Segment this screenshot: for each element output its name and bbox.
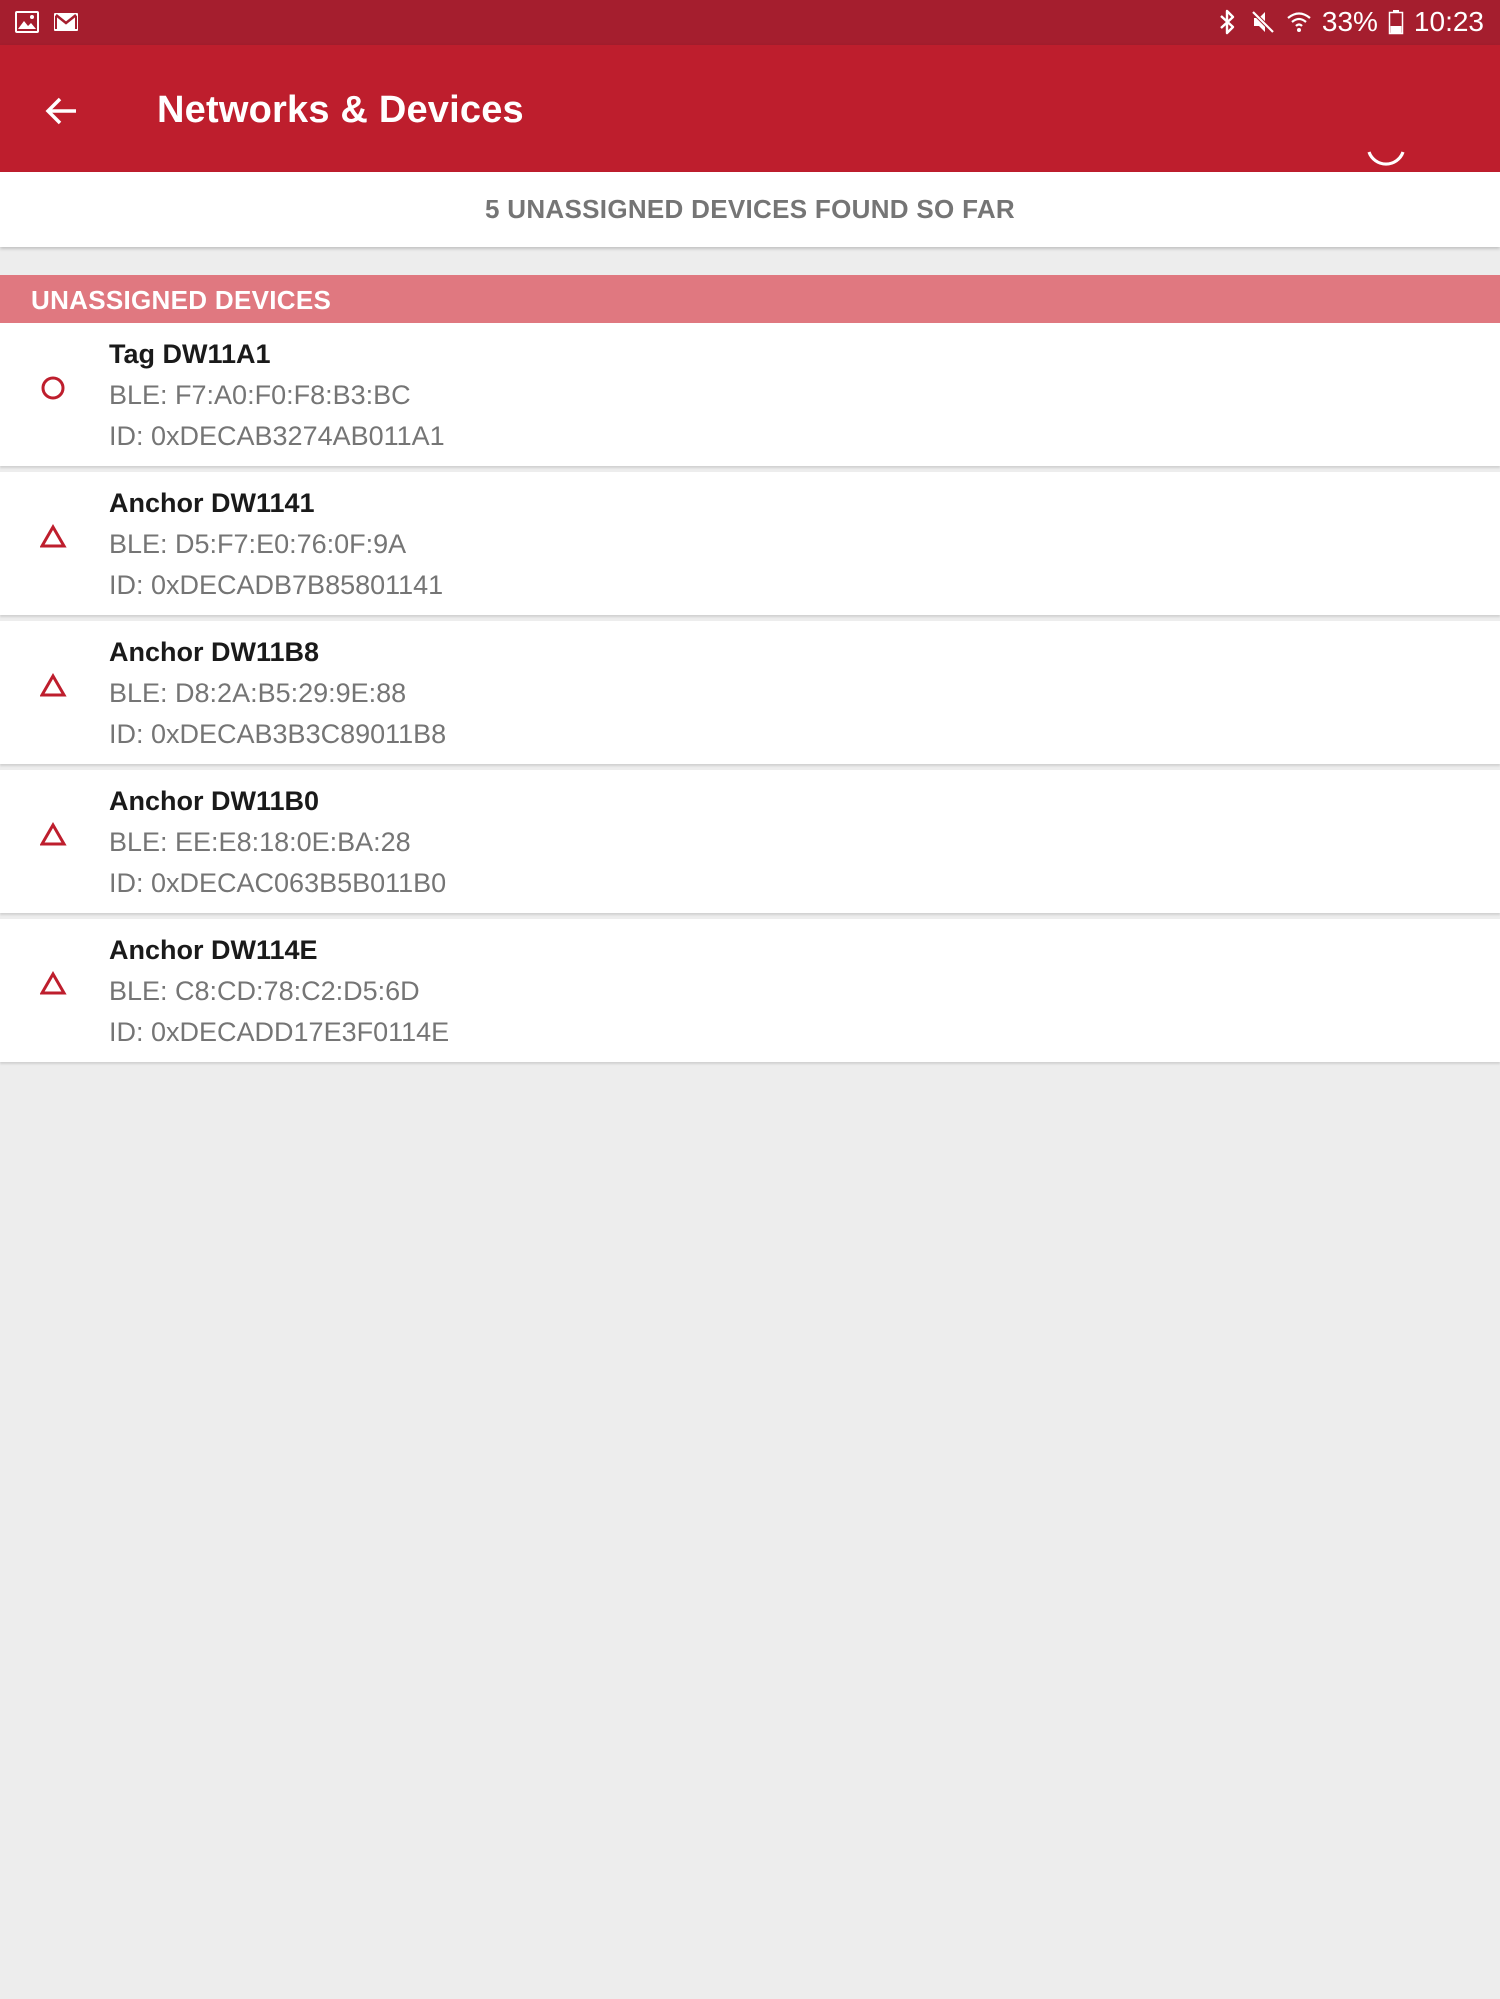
anchor-triangle-icon [39, 524, 70, 554]
device-ble-address: BLE: D8:2A:B5:29:9E:88 [109, 678, 407, 708]
scan-status-banner: 5 UNASSIGNED DEVICES FOUND SO FAR [0, 172, 1500, 247]
status-time: 10:23 [1413, 6, 1484, 37]
device-name: Anchor DW11B8 [109, 637, 320, 667]
device-ble-address: BLE: F7:A0:F0:F8:B3:BC [109, 380, 411, 410]
status-bar: 33% 10:23 [0, 0, 1500, 45]
device-id: ID: 0xDECAB3274AB011A1 [109, 421, 445, 451]
status-notifications [14, 10, 79, 34]
battery-percent: 33% [1321, 6, 1378, 37]
anchor-triangle-icon [39, 822, 70, 852]
device-list-item[interactable]: Anchor DW11B8 BLE: D8:2A:B5:29:9E:88 ID:… [0, 621, 1500, 764]
device-name: Anchor DW11B0 [109, 786, 320, 816]
device-name: Anchor DW114E [109, 935, 318, 965]
wifi-icon [1286, 8, 1312, 36]
app-content: 33% 10:23 Networks & Devices 5 UNASSIGNE… [0, 0, 1500, 1999]
device-id: ID: 0xDECAB3B3C89011B8 [109, 719, 447, 749]
tag-circle-icon [40, 375, 70, 405]
device-list-item[interactable]: Anchor DW1141 BLE: D5:F7:E0:76:0F:9A ID:… [0, 472, 1500, 615]
gmail-icon [53, 10, 79, 34]
gallery-icon [14, 10, 40, 34]
arrow-left-icon [45, 97, 76, 125]
anchor-triangle-icon [39, 673, 70, 703]
device-list-item[interactable]: Anchor DW114E BLE: C8:CD:78:C2:D5:6D ID:… [0, 919, 1500, 1062]
mute-icon [1250, 8, 1276, 36]
battery-icon [1388, 8, 1404, 36]
page-title: Networks & Devices [157, 89, 524, 131]
section-header-unassigned: UNASSIGNED DEVICES [0, 275, 1500, 323]
scan-status-text: 5 UNASSIGNED DEVICES FOUND SO FAR [485, 194, 1015, 224]
screen: 33% 10:23 Networks & Devices 5 UNASSIGNE… [0, 0, 1500, 1999]
device-list-item[interactable]: Anchor DW11B0 BLE: EE:E8:18:0E:BA:28 ID:… [0, 770, 1500, 913]
device-name: Anchor DW1141 [109, 488, 315, 518]
bluetooth-icon [1214, 8, 1240, 36]
anchor-triangle-icon [39, 971, 70, 1001]
device-ble-address: BLE: D5:F7:E0:76:0F:9A [109, 529, 407, 559]
device-name: Tag DW11A1 [109, 339, 271, 369]
device-list-item[interactable]: Tag DW11A1 BLE: F7:A0:F0:F8:B3:BC ID: 0x… [0, 323, 1500, 466]
section-title: UNASSIGNED DEVICES [31, 285, 332, 315]
device-id: ID: 0xDECADB7B85801141 [109, 570, 444, 600]
back-button[interactable] [40, 89, 84, 133]
device-ble-address: BLE: EE:E8:18:0E:BA:28 [109, 827, 411, 857]
app-bar: Networks & Devices [0, 45, 1500, 172]
status-indicators: 33% 10:23 [1214, 6, 1484, 38]
device-id: ID: 0xDECAC063B5B011B0 [109, 868, 447, 898]
device-list: Tag DW11A1 BLE: F7:A0:F0:F8:B3:BC ID: 0x… [0, 323, 1500, 1062]
device-ble-address: BLE: C8:CD:78:C2:D5:6D [109, 976, 420, 1006]
device-id: ID: 0xDECADD17E3F0114E [109, 1017, 450, 1047]
